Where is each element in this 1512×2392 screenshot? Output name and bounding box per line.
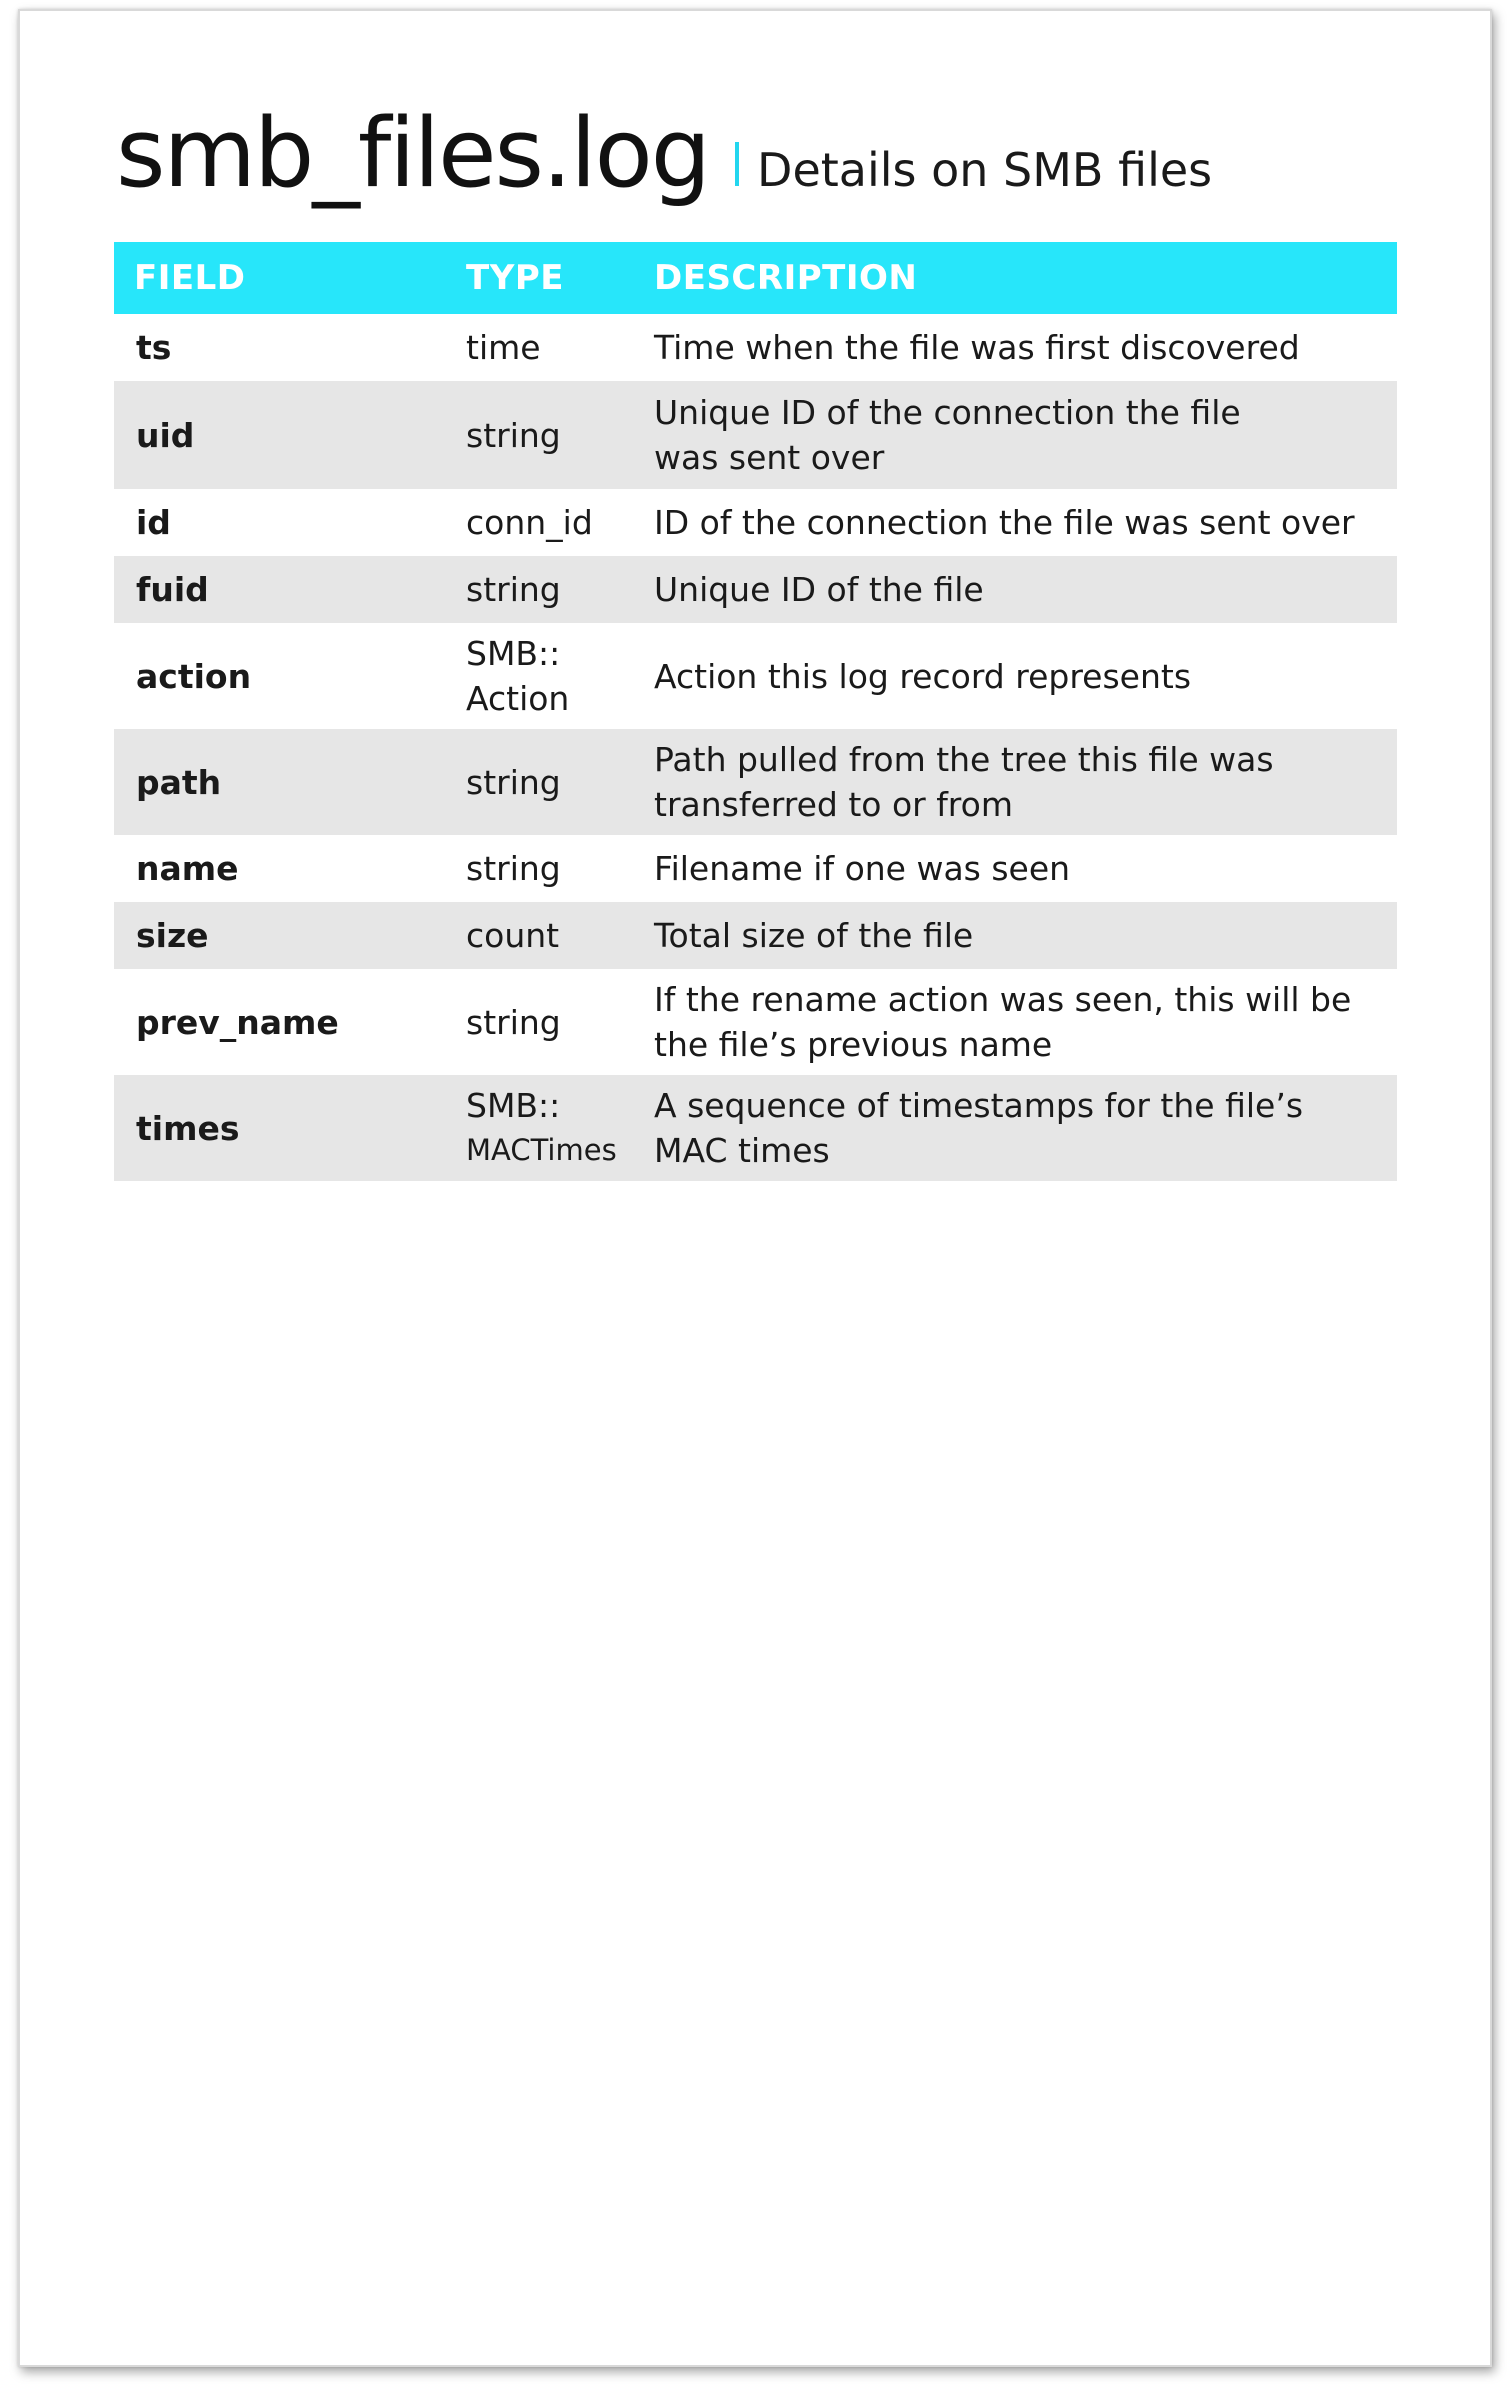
field-description-cell: If the rename action was seen, this will…	[648, 969, 1397, 1075]
field-description-cell: Unique ID of the connection the file was …	[648, 381, 1397, 489]
field-type-cell: string	[452, 969, 648, 1075]
field-type-line: Action	[466, 679, 570, 718]
field-type-cell: string	[452, 556, 648, 623]
field-type-line: time	[466, 328, 541, 367]
field-description-line: was sent over	[654, 438, 885, 477]
field-type-line: string	[466, 849, 561, 888]
field-type-cell: conn_id	[452, 489, 648, 556]
column-header-description: DESCRIPTION	[648, 242, 1397, 314]
table-row: times SMB:: MACTimes A sequence of timestam…	[114, 1075, 1397, 1181]
field-description-cell: Unique ID of the file	[648, 556, 1397, 623]
table-row: prev_name string If the rename action was …	[114, 969, 1397, 1075]
field-type-cell: string	[452, 381, 648, 489]
field-description-line: MAC times	[654, 1131, 830, 1170]
table-row: size count Total size of the file	[114, 902, 1397, 969]
field-description-line: If the rename action was seen, this will…	[654, 980, 1352, 1019]
field-name-cell: uid	[114, 381, 452, 489]
table-row: fuid string Unique ID of the file	[114, 556, 1397, 623]
field-description-line: Time when the file was first discovered	[654, 328, 1300, 367]
field-description-line: Unique ID of the file	[654, 570, 984, 609]
field-type-line: string	[466, 1002, 561, 1042]
field-type-cell: count	[452, 902, 648, 969]
field-description-cell: Path pulled from the tree this file was t…	[648, 729, 1397, 835]
field-type-cell: time	[452, 314, 648, 381]
table-row: path string Path pulled from the tree this…	[114, 729, 1397, 835]
field-description-line: A sequence of timestamps for the file’s	[654, 1086, 1304, 1125]
field-type-cell: SMB:: Action	[452, 623, 648, 729]
table-row: id conn_id ID of the connection the file w…	[114, 489, 1397, 556]
field-description-cell: Filename if one was seen	[648, 835, 1397, 902]
field-description-line: Total size of the file	[654, 916, 974, 955]
field-type-line: string	[466, 415, 561, 455]
field-type-cell: string	[452, 729, 648, 835]
field-description-line: Unique ID of the connection the file	[654, 393, 1241, 432]
field-type-line: string	[466, 570, 561, 609]
table-row: uid string Unique ID of the connection the…	[114, 381, 1397, 489]
field-type-cell: SMB:: MACTimes	[452, 1075, 648, 1181]
field-description-cell: Time when the file was first discovered	[648, 314, 1397, 381]
field-description-cell: A sequence of timestamps for the file’s M…	[648, 1075, 1397, 1181]
field-description-line: Path pulled from the tree this file was	[654, 740, 1274, 779]
field-description-line: transferred to or from	[654, 785, 1013, 824]
field-description-line: the file’s previous name	[654, 1025, 1053, 1064]
field-type-line: string	[466, 762, 561, 802]
field-description-cell: Total size of the file	[648, 902, 1397, 969]
field-name-cell: size	[114, 902, 452, 969]
field-name-cell: path	[114, 729, 452, 835]
page-header: smb_files.log Details on SMB files	[116, 99, 1212, 209]
field-type-line: SMB::	[466, 1086, 561, 1125]
field-name-cell: name	[114, 835, 452, 902]
title-separator	[735, 142, 740, 186]
column-header-field: FIELD	[114, 242, 452, 314]
table-header-row: FIELD TYPE DESCRIPTION	[114, 242, 1397, 314]
field-name-cell: action	[114, 623, 452, 729]
field-name-cell: fuid	[114, 556, 452, 623]
field-name-cell: id	[114, 489, 452, 556]
field-type-line: count	[466, 916, 560, 955]
field-type-line: MACTimes	[466, 1133, 617, 1167]
fields-table: FIELD TYPE DESCRIPTION ts time Time when t…	[114, 242, 1397, 1181]
page-subtitle: Details on SMB files	[757, 143, 1213, 197]
field-name-cell: times	[114, 1075, 452, 1181]
field-description-line: Action this log record represents	[654, 656, 1192, 696]
field-description-line: Filename if one was seen	[654, 849, 1071, 888]
table-row: action SMB:: Action Action this log record …	[114, 623, 1397, 729]
field-name-cell: ts	[114, 314, 452, 381]
table-row: name string Filename if one was seen	[114, 835, 1397, 902]
field-name-cell: prev_name	[114, 969, 452, 1075]
table-row: ts time Time when the file was first disco…	[114, 314, 1397, 381]
field-type-cell: string	[452, 835, 648, 902]
field-description-line: ID of the connection the file was sent o…	[654, 503, 1355, 542]
field-type-line: SMB::	[466, 634, 561, 673]
column-header-type: TYPE	[452, 242, 648, 314]
field-description-cell: Action this log record represents	[648, 623, 1397, 729]
document-page: smb_files.log Details on SMB files FIELD…	[18, 9, 1492, 2367]
field-description-cell: ID of the connection the file was sent o…	[648, 489, 1397, 556]
page-title: smb_files.log	[116, 99, 711, 209]
field-type-line: conn_id	[466, 503, 593, 542]
